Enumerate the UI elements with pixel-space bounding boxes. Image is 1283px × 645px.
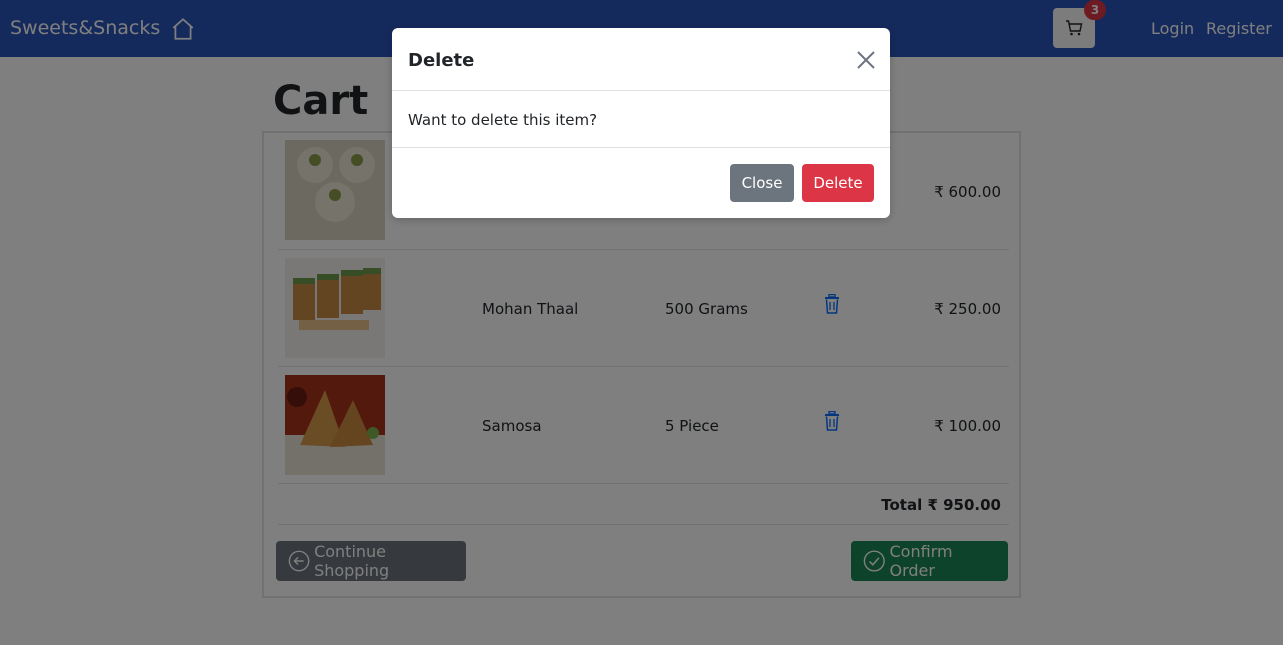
modal-title: Delete [408,50,475,71]
close-button[interactable]: Close [730,164,794,202]
delete-modal: Delete Want to delete this item? Close D… [392,28,890,218]
modal-body: Want to delete this item? [392,91,890,148]
modal-header: Delete [392,28,890,91]
delete-button[interactable]: Delete [802,164,874,202]
close-icon[interactable] [855,49,877,71]
modal-message: Want to delete this item? [408,111,598,129]
